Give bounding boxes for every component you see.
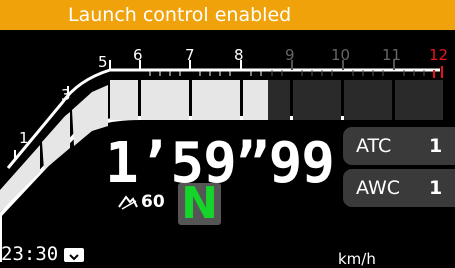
launch-rpm-value: 60 — [141, 192, 165, 212]
rpm-band-unlit — [268, 80, 443, 120]
rpm-label-7: 7 — [185, 46, 195, 64]
rpm-label-9: 9 — [285, 46, 295, 64]
rpm-label-12: 12 — [429, 46, 448, 64]
rpm-label-5: 5 — [98, 53, 108, 71]
traction-control-value: 1 — [429, 135, 443, 157]
gear-indicator: N — [178, 178, 221, 229]
traction-control-panel: ATC 1 — [343, 127, 455, 165]
gear-value: N — [181, 178, 218, 229]
rpm-label-6: 6 — [133, 46, 143, 64]
clock-badge-icon — [64, 248, 84, 262]
rpm-label-8: 8 — [234, 46, 244, 64]
redline-ticks — [433, 66, 443, 78]
traction-control-label: ATC — [356, 135, 392, 157]
rpm-label-11: 11 — [382, 46, 401, 64]
rpm-label-1: 1 — [19, 129, 29, 147]
speed-unit: km/h — [338, 250, 376, 268]
launch-icon — [117, 193, 139, 211]
wheelie-control-panel: AWC 1 — [343, 169, 455, 207]
rpm-label-3: 3 — [61, 86, 71, 104]
wheelie-control-label: AWC — [356, 177, 401, 199]
rpm-label-10: 10 — [331, 46, 350, 64]
wheelie-control-value: 1 — [429, 177, 443, 199]
